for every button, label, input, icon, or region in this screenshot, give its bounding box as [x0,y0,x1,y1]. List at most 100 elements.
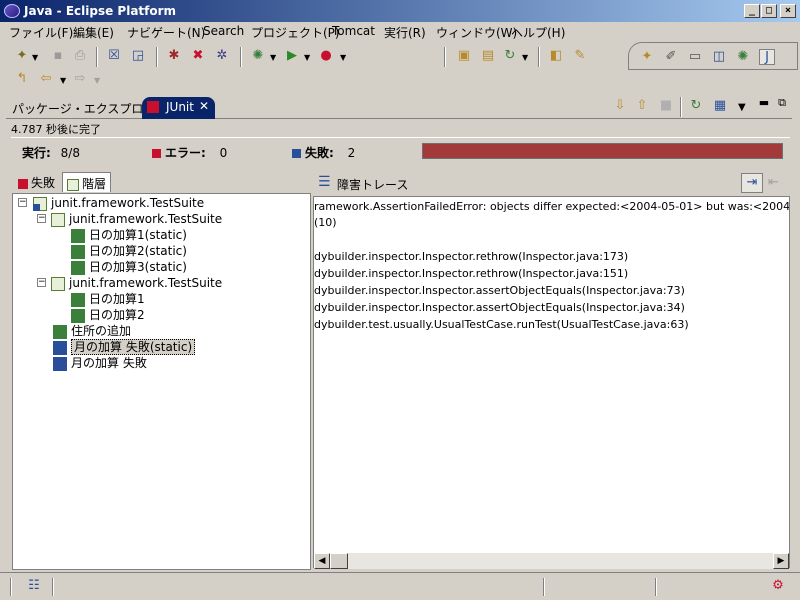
run-icon[interactable]: ▶ [284,48,300,64]
failure-trace-title: 障害トレース [337,178,409,192]
test-passed-icon [71,308,85,323]
view-tab-row: パッケージ・エクスプローラー JUnit ✕ ⇩ ⇧ ■ ↻ ▦ ▼ ▬ ⧉ [6,95,792,119]
debug-perspective-icon[interactable]: ✺ [735,49,751,65]
stop-bug-icon[interactable]: ✖ [190,48,206,64]
java-browsing-perspective-icon[interactable]: ◫ [711,49,727,65]
tab-failures[interactable]: 失敗 [14,172,59,192]
menu-tomcat[interactable]: Tomcat [332,24,375,38]
cvs-perspective-icon[interactable]: ▭ [687,49,703,65]
filter-stack-icon[interactable]: ⇥ [741,173,763,193]
trace-line[interactable]: dybuilder.test.usually.UsualTestCase.run… [314,317,689,333]
test-failed-icon [53,340,67,355]
debug-dropdown-icon[interactable]: ▼ [270,53,276,62]
trace-line[interactable]: ramework.AssertionFailedError: objects d… [314,199,789,215]
tree-node-suite-static[interactable]: junit.framework.TestSuite [51,211,222,227]
minimize-view-icon[interactable]: ▬ [756,95,772,111]
new-dropdown-icon[interactable]: ▼ [32,53,38,62]
test-passed-icon [71,228,85,243]
tree-node-suite[interactable]: junit.framework.TestSuite [51,275,222,291]
debug-bug-icon[interactable]: ✱ [166,48,182,64]
tree-node-test[interactable]: 日の加算1(static) [71,227,187,243]
maximize-button[interactable]: □ [761,4,777,18]
external-tools-dropdown-icon[interactable]: ▼ [340,53,346,62]
maximize-view-icon[interactable]: ⧉ [774,95,790,111]
new-java-package-icon[interactable]: ◲ [130,48,146,64]
print-icon[interactable]: ⎙ [72,48,88,64]
inspect-bug-icon[interactable]: ✲ [214,48,230,64]
rerun-icon[interactable]: ↻ [688,98,704,114]
tab-junit[interactable]: JUnit ✕ [142,97,215,119]
tree-node-test-failed-selected[interactable]: 月の加算 失敗(static) [53,339,196,355]
collapse-icon[interactable]: − [37,214,46,223]
scroll-thumb[interactable] [330,553,348,569]
run-dropdown-icon[interactable]: ▼ [304,53,310,62]
open-perspective-icon[interactable]: ✦ [639,49,655,65]
scroll-lock-icon[interactable]: ▦ [712,98,728,114]
runs-label: 実行: [22,146,51,160]
close-button[interactable]: × [780,4,796,18]
previous-failure-icon[interactable]: ⇧ [634,98,650,114]
trace-line[interactable]: dybuilder.inspector.Inspector.rethrow(In… [314,266,628,282]
open-resource-icon[interactable]: ▤ [480,48,496,64]
brush-icon[interactable]: ✎ [572,48,588,64]
tree-node-test[interactable]: 日の加算2(static) [71,243,187,259]
back-icon[interactable]: ⇦ [38,71,54,87]
scroll-left-icon[interactable]: ◀ [314,553,330,569]
horizontal-scrollbar[interactable]: ◀ ▶ [314,553,789,569]
tree-node-test[interactable]: 住所の追加 [53,323,131,339]
new-icon[interactable]: ✦ [14,48,30,64]
menu-run[interactable]: 実行(R) [384,24,426,41]
tree-node-root-suite[interactable]: junit.framework.TestSuite [33,195,204,211]
scroll-right-icon[interactable]: ▶ [773,553,789,569]
tree-node-label: 日の加算3(static) [89,260,187,274]
collapse-icon[interactable]: − [18,198,27,207]
open-type-icon[interactable]: ▣ [456,48,472,64]
errors-label: エラー: [165,146,206,160]
menu-edit[interactable]: 編集(E) [73,24,114,41]
minimize-button[interactable]: _ [744,4,760,18]
new-java-class-icon[interactable]: ☒ [106,48,122,64]
forward-dropdown-icon[interactable]: ▼ [94,76,100,85]
java-perspective-icon[interactable]: J [759,49,775,65]
tree-node-label: 月の加算 失敗(static) [71,339,196,355]
external-tools-icon[interactable]: ● [318,48,334,64]
tree-node-test[interactable]: 日の加算1 [71,291,145,307]
tree-node-test[interactable]: 日の加算2 [71,307,145,323]
tree-node-test-failed[interactable]: 月の加算 失敗 [53,355,147,371]
debug-run-icon[interactable]: ✺ [250,48,266,64]
test-passed-icon [71,260,85,275]
open-folder-icon[interactable]: ◧ [548,48,564,64]
view-menu-icon[interactable]: ▼ [738,102,746,113]
close-tab-icon[interactable]: ✕ [199,99,209,113]
junit-status-icon[interactable]: ⚙ [770,578,786,594]
tree-node-test[interactable]: 日の加算3(static) [71,259,187,275]
trace-line[interactable]: dybuilder.inspector.Inspector.rethrow(In… [314,249,628,265]
menu-navigate[interactable]: ナビゲート(N) [127,24,205,41]
refresh-dropdown-icon[interactable]: ▼ [522,53,528,62]
trace-line[interactable]: (10) [314,215,337,231]
save-icon[interactable]: ▪ [50,48,66,64]
stop-run-icon[interactable]: ■ [658,98,674,114]
menu-window[interactable]: ウィンドウ(W) [436,24,517,41]
tree-node-label: 日の加算2 [89,308,145,322]
menu-file[interactable]: ファイル(F) [9,24,73,41]
menu-search[interactable]: Search [203,24,244,38]
menu-help[interactable]: ヘルプ(H) [511,24,565,41]
menu-project[interactable]: プロジェクト(P) [251,24,340,41]
next-failure-icon[interactable]: ⇩ [612,98,628,114]
trace-line[interactable]: dybuilder.inspector.Inspector.assertObje… [314,283,685,299]
trace-line[interactable]: dybuilder.inspector.Inspector.assertObje… [314,300,685,316]
failures-tab-icon [18,178,28,189]
eclipse-app-icon[interactable] [4,4,20,18]
tab-hierarchy[interactable]: 階層 [62,172,112,192]
back-dropdown-icon[interactable]: ▼ [60,76,66,85]
status-separator [543,578,545,596]
compare-result-icon[interactable]: ⇤ [768,175,779,190]
last-edit-location-icon[interactable]: ↰ [14,71,30,87]
edit-perspective-icon[interactable]: ✐ [663,49,679,65]
test-passed-icon [53,324,67,339]
fast-view-icon[interactable]: ☷ [26,578,42,594]
forward-icon[interactable]: ⇨ [72,71,88,87]
collapse-icon[interactable]: − [37,278,46,287]
refresh-icon[interactable]: ↻ [502,48,518,64]
